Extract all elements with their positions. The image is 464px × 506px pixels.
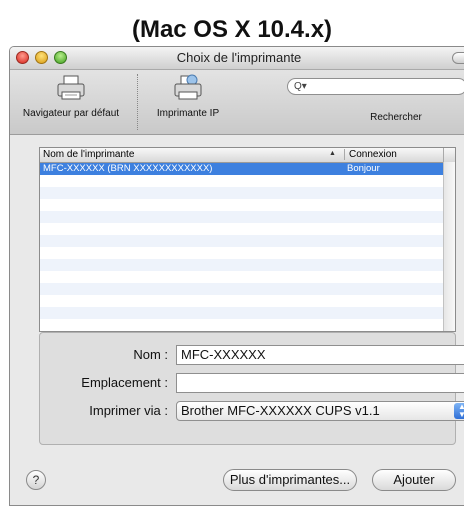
title-bar[interactable]: Choix de l'imprimante [10,47,464,70]
printer-list[interactable]: Nom de l'imprimante ▲ Connexion MFC-XXXX… [39,147,456,332]
chevron-up-down-icon: ▲▼ [454,403,464,419]
page-caption: (Mac OS X 10.4.x) [131,16,333,43]
default-browser-button[interactable]: Navigateur par défaut [12,74,130,119]
empty-row [40,259,443,271]
location-field[interactable] [176,373,464,393]
toolbar-toggle-button[interactable] [452,52,464,64]
empty-row [40,235,443,247]
printer-details-group: Nom : MFC-XXXXXX Emplacement : Imprimer … [39,332,464,445]
printer-name-cell: MFC-XXXXXX (BRN XXXXXXXXXXXX) [43,163,213,174]
column-header-connection[interactable]: Connexion [344,149,443,160]
empty-row [40,307,443,319]
name-field[interactable]: MFC-XXXXXX [176,345,464,365]
ip-printer-button[interactable]: Imprimante IP [148,74,228,119]
print-via-value: Brother MFC-XXXXXX CUPS v1.1 [181,403,380,418]
window-title: Choix de l'imprimante [176,50,302,65]
default-browser-label: Navigateur par défaut [22,108,120,119]
vertical-scrollbar[interactable] [443,162,455,331]
print-via-label: Imprimer via : [89,403,168,418]
empty-row [40,211,443,223]
empty-row [40,283,443,295]
empty-row [40,187,443,199]
location-label: Emplacement : [81,375,168,390]
name-label: Nom : [133,347,168,362]
sort-ascending-icon: ▲ [329,150,336,157]
header-corner [443,148,455,162]
printer-icon [57,75,85,100]
connection-cell: Bonjour [347,163,380,174]
network-printer-icon [174,74,202,100]
search-label: Rechercher [370,112,422,123]
add-button[interactable]: Ajouter [372,469,456,491]
column-header-printer-name[interactable]: Nom de l'imprimante [43,149,134,160]
search-icon: Q▾ [294,81,307,92]
list-header: Nom de l'imprimante ▲ Connexion [40,148,455,163]
toolbar-separator [137,74,139,130]
search-field[interactable]: Q▾ [287,78,464,95]
print-via-select[interactable]: Brother MFC-XXXXXX CUPS v1.1 ▲▼ [176,401,464,421]
list-item[interactable]: MFC-XXXXXX (BRN XXXXXXXXXXXX) Bonjour [40,163,443,175]
printer-browser-window: Choix de l'imprimante Navigateur par déf… [9,46,464,506]
more-printers-button[interactable]: Plus d'imprimantes... [223,469,357,491]
ip-printer-label: Imprimante IP [156,108,220,119]
help-button[interactable]: ? [26,470,46,490]
toolbar: Navigateur par défaut Imprimante IP Q▾ R… [10,70,464,135]
